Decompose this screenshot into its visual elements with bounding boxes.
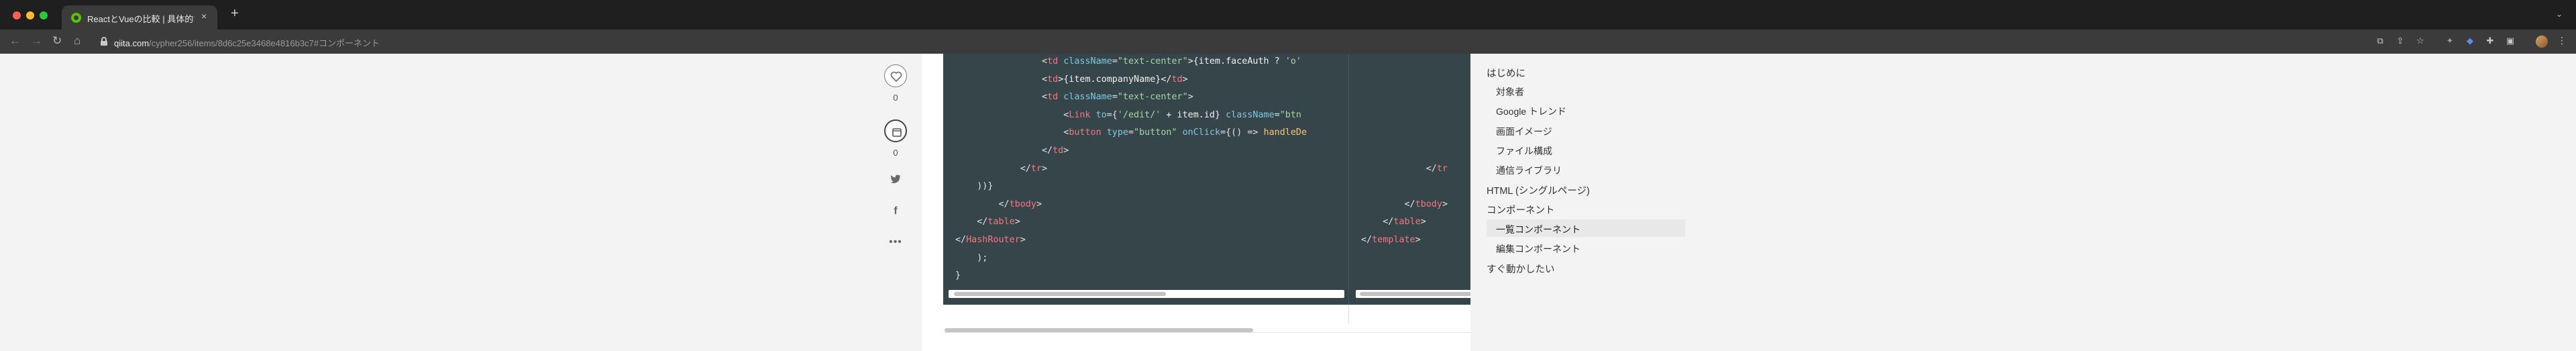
profile-avatar[interactable] [2536,36,2548,48]
like-count: 0 [893,93,898,103]
more-options-icon[interactable]: ••• [887,236,904,248]
toc-item[interactable]: はじめに [1487,66,1525,80]
comparison-table-bottom [943,305,1470,333]
toc-item[interactable]: コンポーネント [1487,203,1555,217]
heart-icon [890,71,902,83]
bookmark-star-icon[interactable]: ☆ [2415,36,2426,46]
like-button[interactable] [884,64,907,87]
react-code-block: <td className="text-center">{item.faceAu… [943,54,1348,305]
page-content: 0 0 f ••• <td className="text-center">{i… [0,54,2576,351]
share-icon[interactable]: ⇪ [2395,36,2406,46]
extension-puzzle-icon[interactable]: ✦ [2445,36,2455,46]
code-line: <td>{item.companyName}</td> [955,74,1188,85]
code-line: <td className="text-center">{item.faceAu… [955,56,1301,66]
code-line: } [955,270,961,281]
back-button[interactable]: ← [9,34,21,48]
code-line: </tbody> [955,199,1042,209]
code-line: </td> [955,146,1069,156]
window-close-button[interactable] [13,11,21,19]
stock-count: 0 [893,148,898,158]
code-comparison: <td className="text-center">{item.faceAu… [943,54,1470,305]
facebook-share-icon[interactable]: f [887,205,904,217]
code-line: </template> [1361,235,1421,245]
folder-icon [892,128,902,137]
code-line: </tr [1361,163,1448,174]
scrollbar-thumb[interactable] [954,292,1166,296]
toc-item[interactable]: 一覧コンポーネント [1496,223,1580,236]
code-line: ))} [955,181,994,192]
browser-tab-bar: ReactとVueの比較 | 具体的なコ… × + ⌄ [0,0,2576,30]
code-line: </HashRouter> [955,235,1026,245]
code-horizontal-scrollbar[interactable] [949,290,1344,298]
toc-item[interactable]: すぐ動かしたい [1487,262,1555,276]
code-line: </tbody> [1361,199,1448,209]
scrollbar-thumb[interactable] [945,328,1253,332]
vue-code-block: </tr </tbody> </table> </template> [1348,54,1470,305]
code-line: </tr> [955,163,1048,174]
browser-menu-icon[interactable]: ⋮ [2557,35,2567,46]
code-line: <Link to={'/edit/' + item.id} className=… [955,109,1301,120]
code-line: ); [955,252,988,263]
window-minimize-button[interactable] [26,11,34,19]
install-icon[interactable]: ⧉ [2375,36,2385,46]
toc-item[interactable]: ファイル構成 [1496,144,1552,158]
toc-item[interactable]: 編集コンポーネント [1496,242,1580,256]
toc-item[interactable]: 通信ライブラリ [1496,164,1562,177]
scrollbar-thumb[interactable] [1360,292,1470,296]
social-actions: 0 0 f ••• [879,54,912,255]
code-line: </table> [955,217,1020,228]
code-line: <button type="button" onClick={() => han… [955,128,1307,138]
new-tab-button[interactable]: + [231,7,239,20]
shield-extension-icon[interactable]: ◆ [2465,36,2475,46]
stock-button[interactable] [884,119,907,142]
code-horizontal-scrollbar-vue[interactable] [1356,290,1470,298]
tab-search-chevron-icon[interactable]: ⌄ [2556,9,2563,19]
toc-item[interactable]: 画面イメージ [1496,125,1552,138]
browser-toolbar: ← → ↻ ⌂ qiita.com/cypher256/items/8d6c25… [0,30,2576,54]
browser-tab-active[interactable]: ReactとVueの比較 | 具体的なコ… × [62,5,217,30]
code-line: <td className="text-center"> [955,92,1193,103]
site-info-icon[interactable] [101,37,107,46]
forward-button[interactable]: → [31,34,42,48]
toc-item[interactable]: 対象者 [1496,85,1524,99]
tab-title: ReactとVueの比較 | 具体的なコ… [87,14,195,24]
toc-item[interactable]: HTML (シングルページ) [1487,183,1590,197]
article-body: <td className="text-center">{item.faceAu… [922,54,1470,351]
url-text[interactable]: qiita.com/cypher256/items/8d6c25e3468e48… [114,36,380,49]
table-divider [1348,305,1349,323]
window-zoom-button[interactable] [40,11,48,19]
extensions-icon[interactable]: ✚ [2485,36,2496,46]
tab-close-icon[interactable]: × [201,11,207,21]
address-bar[interactable]: qiita.com/cypher256/items/8d6c25e3468e48… [95,32,2436,51]
toc-item[interactable]: Google トレンド [1496,105,1566,118]
sidebar-icon[interactable]: ▣ [2505,36,2516,46]
home-button[interactable]: ⌂ [74,34,80,48]
twitter-share-icon[interactable] [887,174,904,187]
code-line: </table> [1361,217,1426,228]
qiita-favicon-icon [71,13,81,23]
table-horizontal-scrollbar[interactable] [943,328,1470,333]
reload-button[interactable]: ↻ [52,34,62,48]
